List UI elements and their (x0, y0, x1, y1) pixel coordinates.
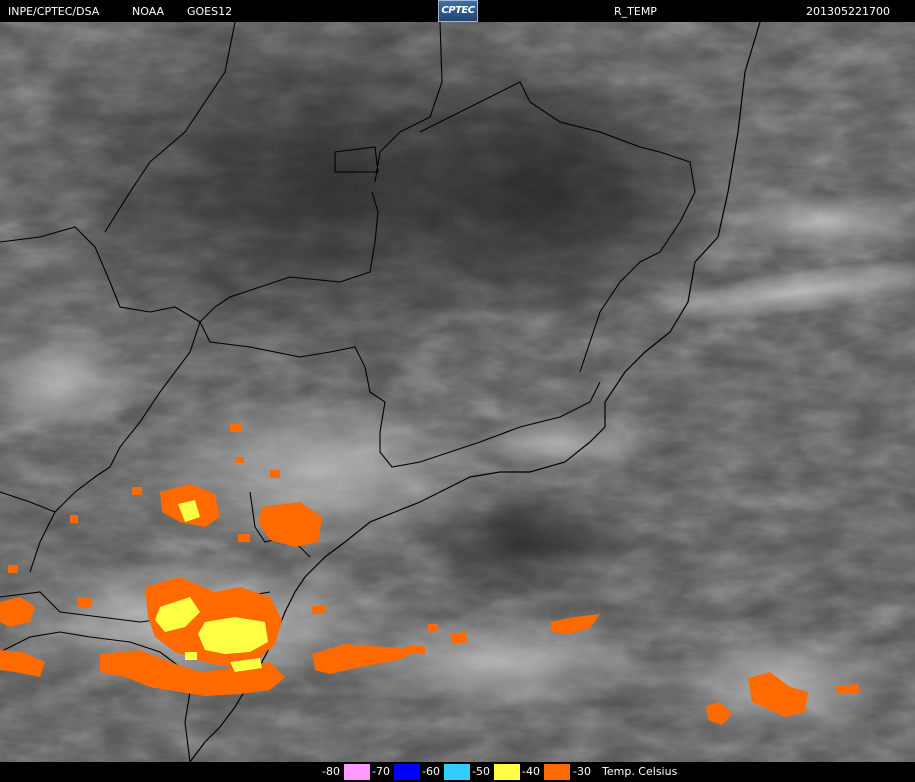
legend-swatch-50 (494, 764, 520, 780)
legend-label-70: -70 (370, 764, 392, 780)
satellite-image (0, 22, 915, 762)
cold-cloud-cell (132, 487, 142, 495)
legend-swatch-70 (394, 764, 420, 780)
cold-cloud-cell (312, 606, 326, 614)
legend-label-30: -30 (570, 764, 594, 780)
cold-cloud-cell (230, 424, 242, 432)
product-label: R_TEMP (614, 5, 657, 18)
legend-swatch-60 (444, 764, 470, 780)
cold-cloud-cell (405, 646, 425, 654)
cold-cloud-cell (70, 515, 78, 523)
header-bar: INPE/CPTEC/DSA NOAA GOES12 CPTEC R_TEMP … (0, 0, 915, 22)
legend-unit: Temp. Celsius (602, 765, 678, 778)
legend-label-60: -60 (420, 764, 442, 780)
legend-label-80: -80 (320, 764, 342, 780)
legend-swatch-80 (344, 764, 370, 780)
cptec-logo: CPTEC (438, 0, 478, 22)
cloud-band (340, 612, 660, 712)
cold-cloud-cell (78, 597, 92, 607)
org-label: INPE/CPTEC/DSA (8, 5, 100, 18)
satellite-label: GOES12 (187, 5, 233, 18)
cold-cloud-core (185, 652, 197, 660)
cold-cloud-cell (236, 457, 244, 463)
dark-region (380, 52, 740, 332)
legend-label-40: -40 (520, 764, 542, 780)
cold-cloud-cell (428, 624, 438, 632)
legend-label-50: -50 (470, 764, 492, 780)
cold-cloud-cell (270, 470, 280, 478)
agency-label: NOAA (132, 5, 165, 18)
datetime-label: 201305221700 (806, 5, 890, 18)
cold-cloud-cell (450, 632, 468, 644)
cold-cloud-cell (8, 565, 18, 573)
legend-swatch-40 (544, 764, 570, 780)
cold-cloud-cell (238, 534, 250, 542)
